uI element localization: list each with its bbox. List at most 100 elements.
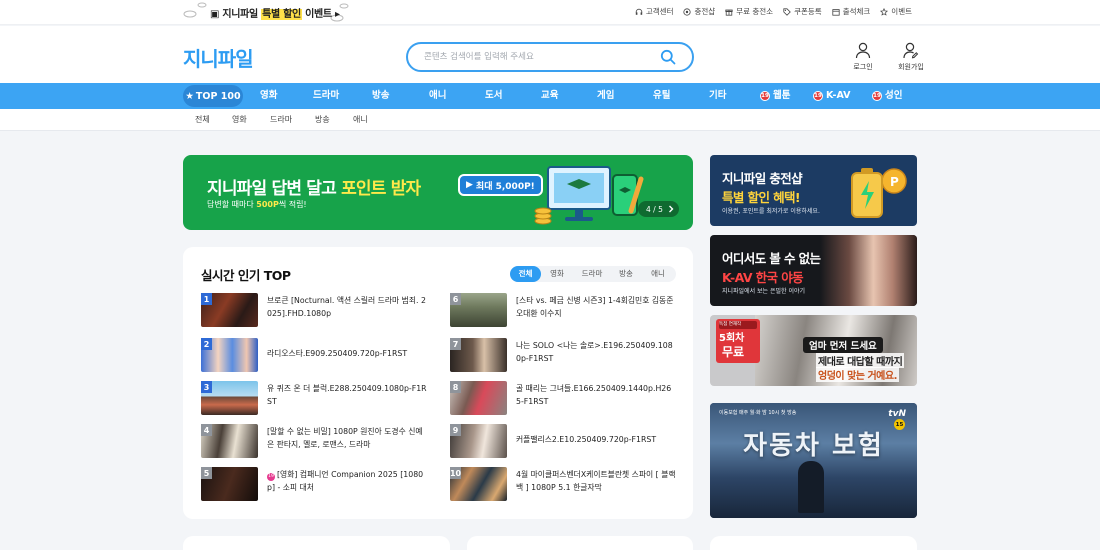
- banner-line1: 엄마 먼저 드세요: [803, 337, 883, 353]
- nav-item-broadcast[interactable]: 방송: [372, 83, 389, 109]
- util-link-label: 고객센터: [645, 7, 674, 16]
- max-points-badge: ▶ 최대 5,000P!: [458, 174, 543, 196]
- nav-item-movie[interactable]: 영화: [260, 83, 277, 109]
- rank-item[interactable]: 8 골 때리는 그녀들.E166.250409.1440p.H265-F1RST: [450, 381, 680, 417]
- tab-movie[interactable]: 영화: [543, 266, 571, 282]
- banner-title-highlight: 포인트 받자: [341, 179, 421, 199]
- age-19-badge-icon: 19: [760, 91, 770, 101]
- nav-item-game[interactable]: 게임: [597, 83, 614, 109]
- signup-label: 회원가입: [898, 63, 924, 71]
- nav-item-label: 애니: [429, 90, 447, 101]
- nav-item-top100[interactable]: ★ TOP 100: [183, 85, 243, 107]
- promo-event-link[interactable]: ▣ 지니파일 특별 할인 이벤트 ▸: [210, 5, 340, 20]
- webtoon-banner[interactable]: 독점 연재작 5회차 무료 엄마 먼저 드세요 제대로 대답할 때까지 엉덩이 …: [710, 315, 917, 386]
- nav-item-education[interactable]: 교육: [541, 83, 558, 109]
- nav-item-anime[interactable]: 애니: [429, 83, 446, 109]
- event-icon: [880, 7, 889, 16]
- rank-item[interactable]: 3 유 퀴즈 온 더 블럭.E288.250409.1080p-F1RST: [201, 381, 431, 417]
- sub-nav: 전체 영화 드라마 방송 애니: [0, 109, 1100, 131]
- nav-item-label: 영화: [260, 90, 278, 101]
- promo-icon: ▣: [210, 9, 223, 20]
- headset-icon: [635, 8, 643, 15]
- tab-drama[interactable]: 드라마: [575, 266, 609, 282]
- signup-button[interactable]: 회원가입: [896, 42, 926, 72]
- tab-all[interactable]: 전체: [510, 266, 541, 282]
- max-points-label: 최대 5,000P!: [475, 181, 535, 192]
- rank-item[interactable]: 6 [스타 vs. 페금 신병 시즌3] 1-4회김민호 김동준 오대환 이수지: [450, 293, 680, 329]
- drama-promo-banner[interactable]: 이동보험 매주 월·화 밤 10시 첫 방송 tvN 15 자동차 보험: [710, 403, 917, 518]
- util-link-coupon[interactable]: 쿠폰등록: [783, 6, 822, 17]
- nav-item-books[interactable]: 도서: [485, 83, 502, 109]
- nav-item-webtoon[interactable]: 19 웹툰: [760, 83, 790, 109]
- subnav-item-all[interactable]: 전체: [195, 114, 210, 125]
- channel-logo: tvN: [888, 409, 906, 419]
- tab-broadcast[interactable]: 방송: [612, 266, 640, 282]
- nav-item-etc[interactable]: 기타: [709, 83, 726, 109]
- bottom-card: [467, 536, 693, 550]
- nav-item-label: TOP 100: [195, 90, 241, 102]
- nav-item-label: 교육: [541, 90, 559, 101]
- realtime-top-card: 실시간 인기 TOP 전체 영화 드라마 방송 애니 1 브로큰 [Noctur…: [183, 247, 693, 519]
- utility-bar: ▣ 지니파일 특별 할인 이벤트 ▸ 고객센터 충전샵 무료 충전소 쿠폰등록 …: [0, 0, 1100, 25]
- banner-sub: 이용권, 포인트를 최저가로 이용하세요.: [722, 208, 820, 215]
- rank-number: 6: [450, 293, 461, 305]
- login-button[interactable]: 로그인: [848, 42, 878, 72]
- svg-text:P: P: [890, 175, 899, 189]
- charge-shop-banner[interactable]: 지니파일 충전샵 특별 할인 혜택! 이용권, 포인트를 최저가로 이용하세요.…: [710, 155, 917, 226]
- user-add-icon: [903, 42, 919, 59]
- subnav-item-broadcast[interactable]: 방송: [315, 114, 330, 125]
- util-link-attendance[interactable]: 출석체크: [832, 6, 870, 17]
- nav-item-adult[interactable]: 19 성인: [872, 83, 902, 109]
- search-icon[interactable]: [660, 49, 676, 65]
- item-title: 브로큰 [Nocturnal. 액션 스릴러 드라마 범죄. 2025].FHD…: [267, 296, 426, 318]
- nav-item-kav[interactable]: 19 K-AV: [813, 83, 851, 109]
- nav-item-utility[interactable]: 유틸: [653, 83, 670, 109]
- search-input[interactable]: [424, 49, 644, 65]
- utility-links: 고객센터 충전샵 무료 충전소 쿠폰등록 출석체크 이벤트: [635, 6, 912, 17]
- item-title: [말할 수 없는 비밀] 1080P 원진아 도경수 신예은 판타지, 멜로, …: [267, 427, 423, 449]
- util-link-event[interactable]: 이벤트: [880, 6, 912, 17]
- rank-number: 10: [449, 467, 462, 479]
- badge-main-label: 5회차: [719, 333, 745, 344]
- rank-number: 3: [201, 381, 212, 393]
- util-link-charge-shop[interactable]: 충전샵: [683, 6, 715, 17]
- kav-banner[interactable]: 어디서도 볼 수 없는 K-AV 한국 야동 지니파일에서 보는 은밀한 이야기: [710, 235, 917, 306]
- rank-item[interactable]: 10 4월 마이클퍼스벤더X케이트블란쳇 스파이 [ 블랙 백 ] 1080P …: [450, 467, 680, 503]
- chevron-right-icon[interactable]: [667, 205, 675, 213]
- rank-item[interactable]: 9 커플팰리스2.E10.250409.720p-F1RST: [450, 424, 680, 460]
- item-title: 골 때리는 그녀들.E166.250409.1440p.H265-F1RST: [516, 384, 672, 406]
- banner-sub: 지니파일에서 보는 은밀한 이야기: [722, 288, 806, 295]
- banner-line1: 어디서도 볼 수 없는: [722, 251, 821, 266]
- nav-item-drama[interactable]: 드라마: [313, 83, 339, 109]
- rank-item[interactable]: 7 나는 SOLO <나는 솔로>.E196.250409.1080p-F1RS…: [450, 338, 680, 374]
- logo[interactable]: 지니파일: [183, 43, 254, 72]
- banner-photo: [820, 235, 917, 306]
- rank-item[interactable]: 1 브로큰 [Nocturnal. 액션 스릴러 드라마 범죄. 2025].F…: [201, 293, 431, 329]
- age-19-badge-icon: 19: [872, 91, 882, 101]
- rank-item[interactable]: 4 [말할 수 없는 비밀] 1080P 원진아 도경수 신예은 판타지, 멜로…: [201, 424, 431, 460]
- tab-anime[interactable]: 애니: [644, 266, 672, 282]
- rank-item[interactable]: 5 19 [영화] 컴패니언 Companion 2025 [1080p] - 소…: [201, 467, 431, 503]
- answer-points-banner[interactable]: 지니파일 답변 달고 포인트 받자 답변할 때마다 500P씩 적립! ▶ 최대 …: [183, 155, 693, 230]
- tag-icon: [783, 7, 791, 16]
- badge-bottom-label: 무료: [722, 345, 745, 359]
- rank-number: 9: [450, 424, 461, 436]
- subnav-item-anime[interactable]: 애니: [353, 114, 368, 125]
- banner-sub-text: 답변할 때마다: [207, 200, 257, 209]
- banner-line1: 지니파일 충전샵: [722, 171, 803, 186]
- badge-top-label: 독점 연재작: [719, 322, 742, 327]
- nav-item-label: 게임: [597, 90, 615, 101]
- promo-arrow-icon: ▸: [335, 9, 340, 20]
- subnav-item-movie[interactable]: 영화: [232, 114, 247, 125]
- util-link-customer-center[interactable]: 고객센터: [635, 6, 674, 17]
- subnav-item-drama[interactable]: 드라마: [270, 114, 292, 125]
- banner-subtitle: 답변할 때마다 500P씩 적립!: [207, 199, 307, 210]
- banner-line2: 제대로 대답할 때까지: [816, 353, 905, 368]
- promo-text-before: 지니파일: [222, 9, 262, 20]
- util-link-free-charge[interactable]: 무료 충전소: [725, 6, 773, 17]
- rank-number: 1: [201, 293, 212, 305]
- play-icon: ▶: [466, 180, 473, 190]
- age-19-badge-icon: 19: [267, 473, 275, 482]
- rank-item[interactable]: 2 라디오스타.E909.250409.720p-F1RST: [201, 338, 431, 374]
- age-19-badge-icon: 19: [813, 91, 823, 101]
